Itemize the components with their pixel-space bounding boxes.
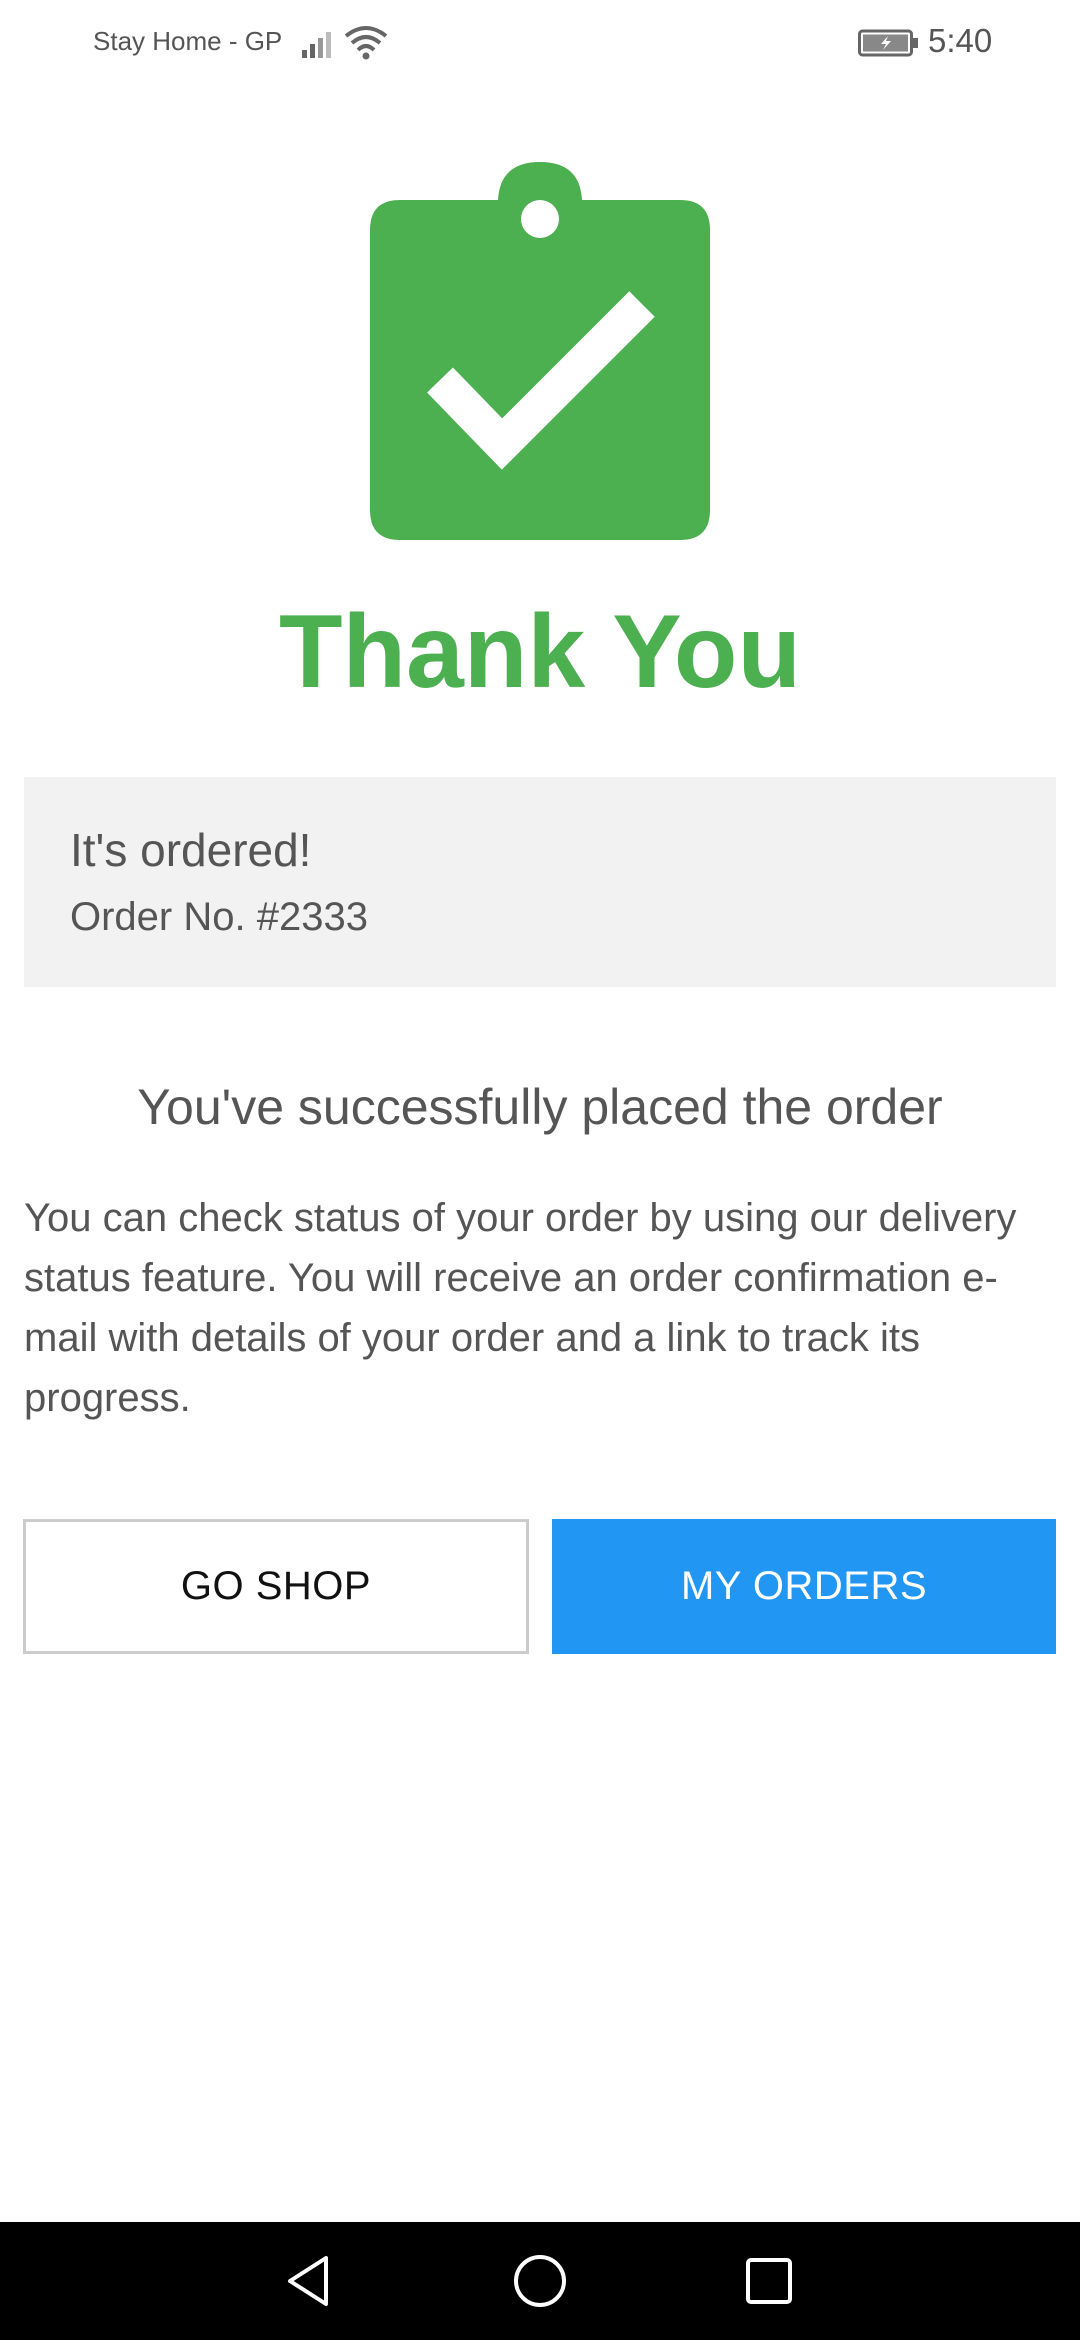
go-shop-button[interactable]: GO SHOP xyxy=(23,1519,529,1654)
home-icon[interactable] xyxy=(509,2250,571,2312)
wifi-icon xyxy=(344,26,388,60)
clock: 5:40 xyxy=(928,22,993,59)
my-orders-button[interactable]: MY ORDERS xyxy=(552,1519,1056,1654)
battery-icon xyxy=(858,29,918,57)
signal-icon xyxy=(302,32,331,58)
status-bar: Stay Home - GP 5:40 xyxy=(0,0,1080,86)
order-status-title: It's ordered! xyxy=(70,824,312,876)
success-heading: You've successfully placed the order xyxy=(137,1079,943,1135)
recent-apps-icon[interactable] xyxy=(738,2250,800,2312)
carrier-name: Stay Home - GP xyxy=(93,26,283,56)
thank-you-title: Thank You xyxy=(279,594,801,710)
order-description: You can check status of your order by us… xyxy=(24,1196,1017,1420)
clipboard-check-icon xyxy=(370,162,710,540)
order-card: It's ordered! Order No. #2333 xyxy=(24,777,1056,987)
navigation-bar xyxy=(0,2222,1080,2340)
order-confirmation-screen: Stay Home - GP 5:40 Thank You It's order… xyxy=(0,0,1080,2340)
order-number: Order No. #2333 xyxy=(70,895,368,939)
back-icon[interactable] xyxy=(278,2250,340,2312)
